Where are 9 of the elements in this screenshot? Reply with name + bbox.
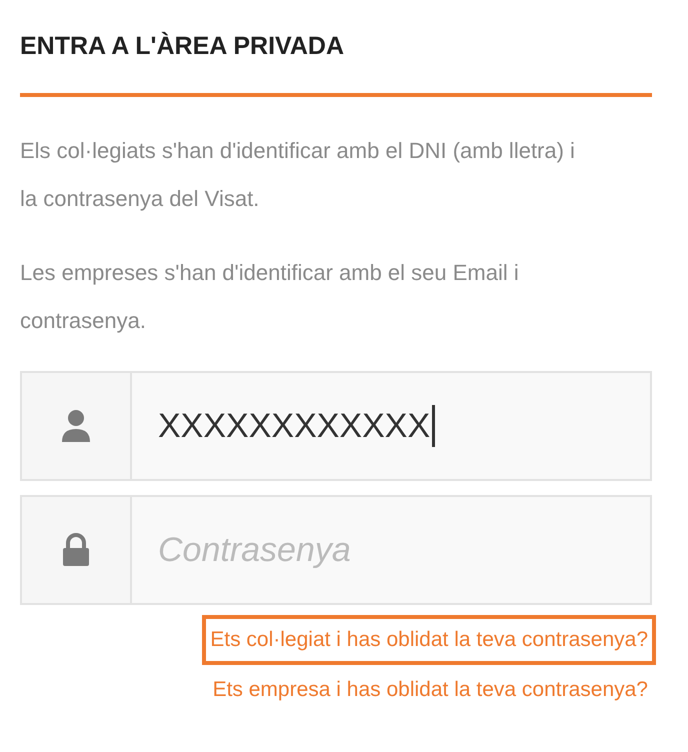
forgot-password-link[interactable]: Ets empresa i has oblidat la teva contrasenya? bbox=[204, 665, 656, 715]
username-field[interactable]: XXXXXXXXXXXX bbox=[20, 371, 652, 481]
section-heading: ENTRA A L'ÀREA PRIVADA bbox=[20, 30, 345, 62]
lock-icon bbox=[62, 533, 90, 567]
password-field[interactable]: Contrasenya bbox=[20, 495, 652, 605]
instruction-text: Les empreses s'han d'identificar amb el seu Email i contrasenya. bbox=[20, 259, 520, 335]
forgot-password-link[interactable]: Ets col·legiat i has oblidat la teva contrasenya? bbox=[202, 615, 656, 665]
user-icon bbox=[61, 409, 91, 443]
instruction-text: Els col·legiats s'han d'identificar amb el DNI (amb lletra) i la contrasenya del Visat. bbox=[20, 137, 576, 213]
